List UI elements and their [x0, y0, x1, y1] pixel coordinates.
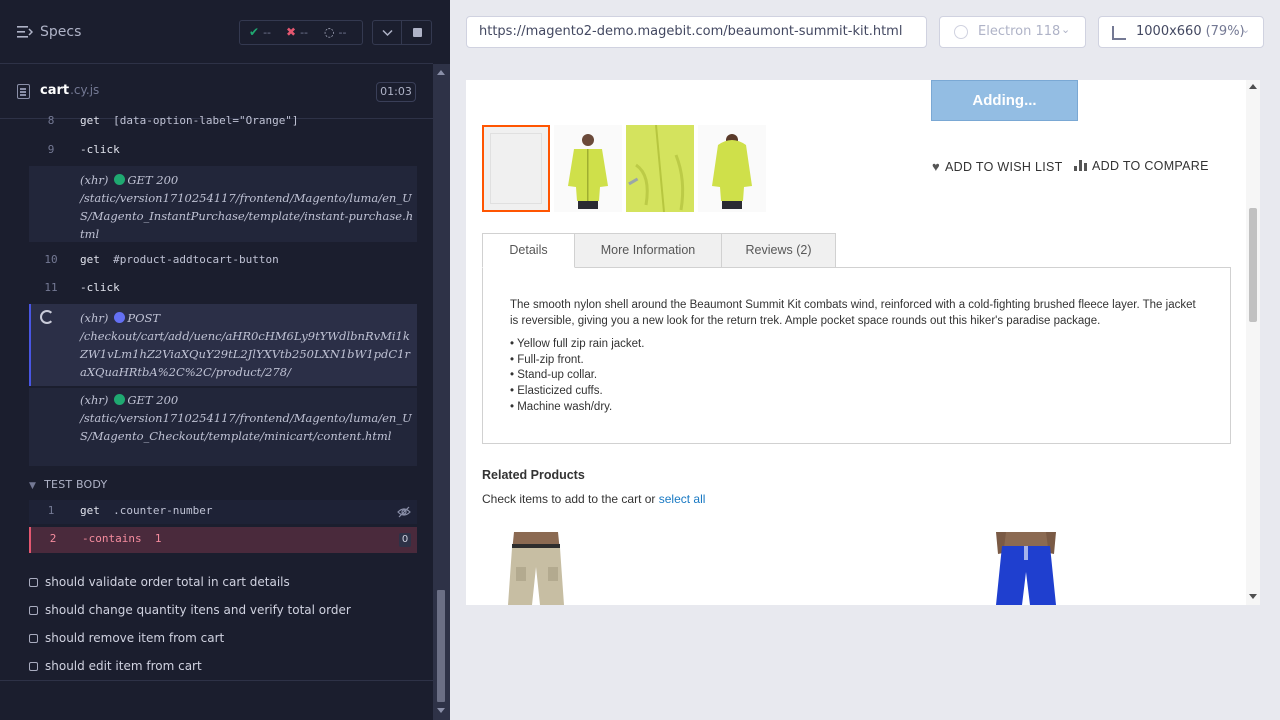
- test-item[interactable]: should validate order total in cart deta…: [29, 575, 290, 589]
- product-thumbnail[interactable]: [698, 125, 766, 212]
- product-thumbnail[interactable]: [482, 125, 550, 212]
- related-products-hint: Check items to add to the cart or select…: [482, 492, 706, 506]
- jacket-image: [568, 134, 608, 209]
- ruler-icon: [1112, 26, 1126, 40]
- list-item: • Stand-up collar.: [510, 369, 598, 382]
- list-item: • Machine wash/dry.: [510, 400, 613, 413]
- xhr-url: /checkout/cart/add/uenc/aHR0cHM6Ly9tYWdl…: [80, 329, 410, 379]
- chevron-down-icon: ▼: [29, 481, 37, 491]
- xhr-row[interactable]: (xhr) GET 200 /static/version1710254117/f…: [29, 166, 417, 242]
- status-dot-icon: [114, 394, 126, 405]
- command-row[interactable]: 11 -click: [29, 281, 417, 299]
- stop-icon: [413, 28, 422, 37]
- passed-count: ✔ --: [249, 25, 272, 39]
- scrollbar-thumb[interactable]: [1249, 208, 1257, 322]
- app-under-test-frame: Adding... ♥ ADD TO WISH LIST ADD TO COMP…: [466, 80, 1260, 605]
- divider: [0, 680, 433, 681]
- spec-file-header: cart.cy.js 01:03: [0, 65, 433, 119]
- pending-test-icon: [29, 606, 38, 615]
- jacket-closeup-image: [626, 125, 694, 212]
- test-item[interactable]: should remove item from cart: [29, 631, 224, 645]
- product-description: The smooth nylon shell around the Beaumo…: [510, 299, 1196, 327]
- page-scrollbar[interactable]: [1246, 80, 1260, 605]
- add-to-compare-link[interactable]: ADD TO COMPARE: [1074, 159, 1209, 173]
- list-item: • Full-zip front.: [510, 353, 584, 366]
- xhr-row-pending[interactable]: (xhr) POST /checkout/cart/add/uenc/aHR0cH…: [29, 304, 417, 386]
- xhr-url: /static/version1710254117/frontend/Magen…: [80, 411, 412, 443]
- heart-icon: ♥: [932, 159, 941, 174]
- list-item: • Yellow full zip rain jacket.: [510, 338, 645, 350]
- xhr-row[interactable]: (xhr) GET 200 /static/version1710254117/f…: [29, 388, 417, 466]
- scrollbar-thumb[interactable]: [437, 590, 445, 702]
- x-icon: ✖: [286, 25, 297, 39]
- details-panel: The smooth nylon shell around the Beaumo…: [482, 267, 1231, 444]
- xhr-url: /static/version1710254117/frontend/Magen…: [80, 191, 414, 241]
- viewport-info[interactable]: 1000x660 (79%) ⌄: [1098, 16, 1264, 48]
- run-duration: 01:03: [376, 82, 416, 102]
- command-row[interactable]: 1 get .counter-number: [29, 500, 417, 524]
- status-dot-icon: [114, 312, 126, 323]
- specs-menu-icon[interactable]: [17, 25, 33, 39]
- scroll-down-icon[interactable]: [437, 708, 445, 713]
- cypress-command-log: Specs ✔ -- ✖ -- ◌ -- cart.cy.js 01:03 8 get…: [0, 0, 450, 720]
- chevron-down-icon: ⌄: [1061, 23, 1071, 36]
- scroll-up-icon[interactable]: [1249, 84, 1257, 89]
- stop-button[interactable]: [401, 20, 432, 45]
- loading-icon: ◌: [324, 25, 335, 39]
- jacket-back-image: [712, 134, 752, 209]
- url-display[interactable]: https://magento2-demo.magebit.com/beaumo…: [466, 16, 927, 48]
- related-product-image[interactable]: [986, 532, 1066, 605]
- spinner-icon: [40, 310, 54, 324]
- test-item[interactable]: should edit item from cart: [29, 659, 202, 673]
- bar-chart-icon: [1074, 160, 1087, 171]
- list-item: • Elasticized cuffs.: [510, 385, 603, 398]
- status-dot-icon: [114, 174, 126, 185]
- scroll-up-icon[interactable]: [437, 70, 445, 75]
- spec-file-name[interactable]: cart.cy.js: [40, 83, 99, 98]
- command-row[interactable]: 8 get [data-option-label="Orange"]: [29, 114, 417, 132]
- test-status-counts: ✔ -- ✖ -- ◌ --: [239, 20, 363, 45]
- pending-test-icon: [29, 578, 38, 587]
- specs-header: Specs ✔ -- ✖ -- ◌ --: [0, 0, 433, 64]
- test-item[interactable]: should change quantity itens and verify …: [29, 603, 351, 617]
- add-to-wishlist-link[interactable]: ♥ ADD TO WISH LIST: [932, 159, 1063, 174]
- tab-more-information[interactable]: More Information: [574, 233, 722, 268]
- tab-reviews[interactable]: Reviews (2): [721, 233, 836, 268]
- select-all-link[interactable]: select all: [659, 492, 706, 506]
- document-icon: [17, 84, 30, 99]
- pending-test-icon: [29, 634, 38, 643]
- product-thumbnail[interactable]: [554, 125, 622, 212]
- related-product-image[interactable]: [496, 532, 576, 605]
- specs-title[interactable]: Specs: [40, 24, 81, 40]
- tab-details[interactable]: Details: [482, 233, 575, 268]
- chevron-down-icon: [382, 29, 393, 37]
- add-to-cart-button[interactable]: Adding...: [931, 80, 1078, 121]
- scroll-down-icon[interactable]: [1249, 594, 1257, 599]
- command-log-scrollbar[interactable]: [433, 64, 450, 720]
- product-thumbnail[interactable]: [626, 125, 694, 212]
- check-icon: ✔: [249, 25, 260, 39]
- command-row[interactable]: 10 get #product-addtocart-button: [29, 253, 417, 271]
- related-products-title: Related Products: [482, 468, 585, 482]
- pending-count: ◌ --: [324, 25, 347, 39]
- command-row[interactable]: 9 -click: [29, 143, 417, 161]
- feature-list: • Yellow full zip rain jacket. • Full-zi…: [510, 337, 644, 416]
- retry-count-badge: 0: [399, 533, 411, 547]
- auto-scroll-button[interactable]: [372, 20, 402, 45]
- test-body-header[interactable]: ▼ TEST BODY: [29, 478, 107, 491]
- electron-icon: [954, 25, 968, 39]
- command-row-failed[interactable]: 2 -contains 1 0: [29, 527, 417, 553]
- browser-selector[interactable]: Electron 118 ⌄: [939, 16, 1086, 48]
- chevron-down-icon: ⌄: [1241, 23, 1251, 36]
- pending-test-icon: [29, 662, 38, 671]
- failed-count: ✖ --: [286, 25, 309, 39]
- eye-slash-icon: [397, 506, 411, 518]
